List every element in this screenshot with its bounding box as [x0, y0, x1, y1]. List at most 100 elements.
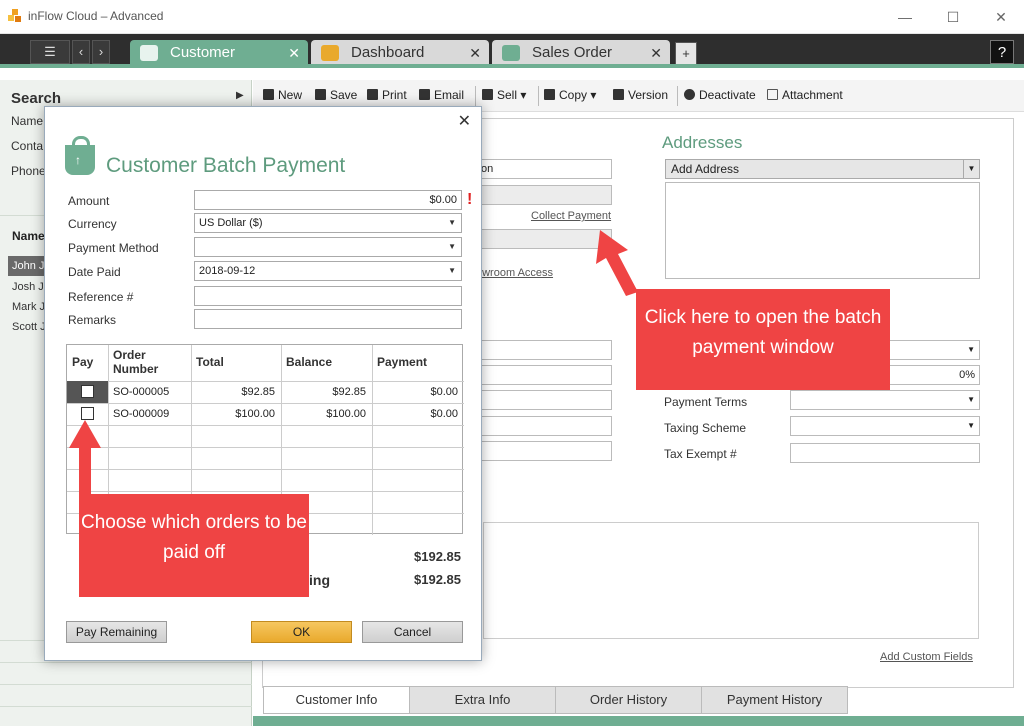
sales-order-icon: [502, 45, 520, 61]
search-field-label: Conta: [11, 139, 44, 153]
list-item[interactable]: Scott J: [8, 317, 44, 337]
date-paid-picker[interactable]: 2018-09-12 ▼: [194, 261, 462, 281]
tab-sales-order[interactable]: Sales Order ✕: [492, 40, 670, 66]
order-number-cell: SO-000009: [113, 408, 170, 420]
notes-box[interactable]: [483, 522, 979, 639]
close-tab-icon[interactable]: ✕: [650, 40, 662, 66]
close-tab-icon[interactable]: ✕: [288, 40, 300, 66]
tax-exempt-label: Tax Exempt #: [664, 447, 737, 461]
tab-order-history[interactable]: Order History: [555, 686, 702, 714]
chevron-down-icon: ▼: [967, 421, 975, 430]
remaining-total: $192.85: [414, 572, 461, 587]
tab-extra-info[interactable]: Extra Info: [409, 686, 556, 714]
form-field[interactable]: [476, 416, 612, 436]
payment-cell[interactable]: $0.00: [372, 381, 464, 403]
deactivate-button[interactable]: Deactivate: [684, 88, 756, 102]
menu-icon[interactable]: ☰: [30, 40, 70, 64]
tab-dashboard[interactable]: Dashboard ✕: [311, 40, 489, 66]
tab-payment-history[interactable]: Payment History: [701, 686, 848, 714]
pay-checkbox[interactable]: [81, 385, 94, 398]
payment-method-dropdown[interactable]: ▼: [194, 237, 462, 257]
help-button[interactable]: ?: [990, 40, 1014, 64]
cancel-button[interactable]: Cancel: [362, 621, 463, 643]
list-column-header[interactable]: Name: [12, 229, 45, 243]
print-icon: [367, 89, 378, 100]
ok-button[interactable]: OK: [251, 621, 352, 643]
customer-field-grey[interactable]: [476, 185, 612, 205]
total-cell: $100.00: [235, 408, 275, 420]
close-icon[interactable]: ✕: [458, 111, 471, 131]
print-button[interactable]: Print: [367, 88, 407, 102]
pay-remaining-button[interactable]: Pay Remaining: [66, 621, 167, 643]
collect-payment-link[interactable]: Collect Payment: [531, 210, 611, 222]
discount-input[interactable]: 0%: [885, 365, 980, 385]
taxing-scheme-label: Taxing Scheme: [664, 421, 747, 435]
tab-customer-info[interactable]: Customer Info: [263, 686, 410, 714]
collapse-arrow-icon[interactable]: ▶: [236, 90, 244, 101]
print-label: Print: [382, 88, 407, 102]
sell-button[interactable]: Sell ▾: [482, 88, 526, 102]
list-item[interactable]: Josh Jo: [8, 277, 44, 297]
form-field[interactable]: [476, 340, 612, 360]
customer-name-input[interactable]: on: [476, 159, 612, 179]
close-window-icon[interactable]: ✕: [986, 6, 1016, 28]
callout-collect-payment: Click here to open the batch payment win…: [636, 289, 890, 390]
remarks-label: Remarks: [68, 313, 117, 327]
new-button[interactable]: New: [263, 88, 302, 102]
copy-button[interactable]: Copy ▾: [544, 88, 596, 102]
reference-input[interactable]: [194, 286, 462, 306]
chevron-down-icon: ▼: [448, 218, 456, 227]
column-header-total[interactable]: Total: [191, 345, 281, 381]
sell-icon: [482, 89, 493, 100]
close-tab-icon[interactable]: ✕: [469, 40, 481, 66]
payment-cell[interactable]: $0.00: [372, 403, 464, 425]
form-field[interactable]: [476, 365, 612, 385]
total-cell: $92.85: [241, 386, 275, 398]
pricing-dropdown[interactable]: ▼: [885, 340, 980, 360]
new-tab-icon[interactable]: +: [675, 42, 697, 66]
currency-dropdown[interactable]: US Dollar ($) ▼: [194, 213, 462, 233]
tax-exempt-input[interactable]: [790, 443, 980, 463]
payment-terms-dropdown[interactable]: ▼: [790, 390, 980, 410]
search-field-label: Phone: [11, 164, 46, 178]
version-label: Version: [628, 88, 669, 102]
column-header-balance[interactable]: Balance: [281, 345, 372, 381]
tab-customer[interactable]: Customer ✕: [130, 40, 308, 66]
list-item[interactable]: John J: [8, 256, 44, 276]
save-button[interactable]: Save: [315, 88, 357, 102]
version-button[interactable]: Version: [613, 88, 668, 102]
address-box[interactable]: [665, 182, 980, 279]
tab-underline: [0, 64, 1024, 68]
deactivate-icon: [684, 89, 695, 100]
form-field[interactable]: [476, 441, 612, 461]
minimize-icon[interactable]: —: [890, 6, 920, 28]
pay-cell[interactable]: [67, 381, 108, 403]
column-header-payment[interactable]: Payment: [372, 345, 464, 381]
column-header-order-number[interactable]: Order Number: [108, 345, 191, 381]
attachment-label: Attachment: [782, 88, 843, 102]
form-field[interactable]: [476, 390, 612, 410]
copy-icon: [544, 89, 555, 100]
add-address-dropdown[interactable]: Add Address ▼: [665, 159, 980, 179]
back-icon[interactable]: ‹: [72, 40, 90, 64]
taxing-scheme-dropdown[interactable]: ▼: [790, 416, 980, 436]
email-icon: [419, 89, 430, 100]
chevron-down-icon: ▼: [448, 266, 456, 275]
add-custom-fields-link[interactable]: Add Custom Fields: [880, 651, 973, 663]
email-button[interactable]: Email: [419, 88, 464, 102]
forward-icon[interactable]: ›: [92, 40, 110, 64]
add-address-label: Add Address: [671, 162, 740, 176]
amount-input[interactable]: $0.00: [194, 190, 462, 210]
remarks-input[interactable]: [194, 309, 462, 329]
list-item[interactable]: Mark J: [8, 297, 44, 317]
column-header-pay[interactable]: Pay: [67, 345, 108, 381]
callout-choose-orders: Choose which orders to be paid off: [79, 494, 309, 597]
divider: [0, 684, 252, 685]
showroom-access-link[interactable]: owroom Access: [476, 267, 553, 279]
divider: [0, 706, 252, 707]
save-icon: [315, 89, 326, 100]
divider: [0, 662, 252, 663]
attachment-button[interactable]: Attachment: [767, 88, 843, 102]
callout-arrow-up: [69, 420, 101, 498]
maximize-icon[interactable]: ☐: [938, 6, 968, 28]
